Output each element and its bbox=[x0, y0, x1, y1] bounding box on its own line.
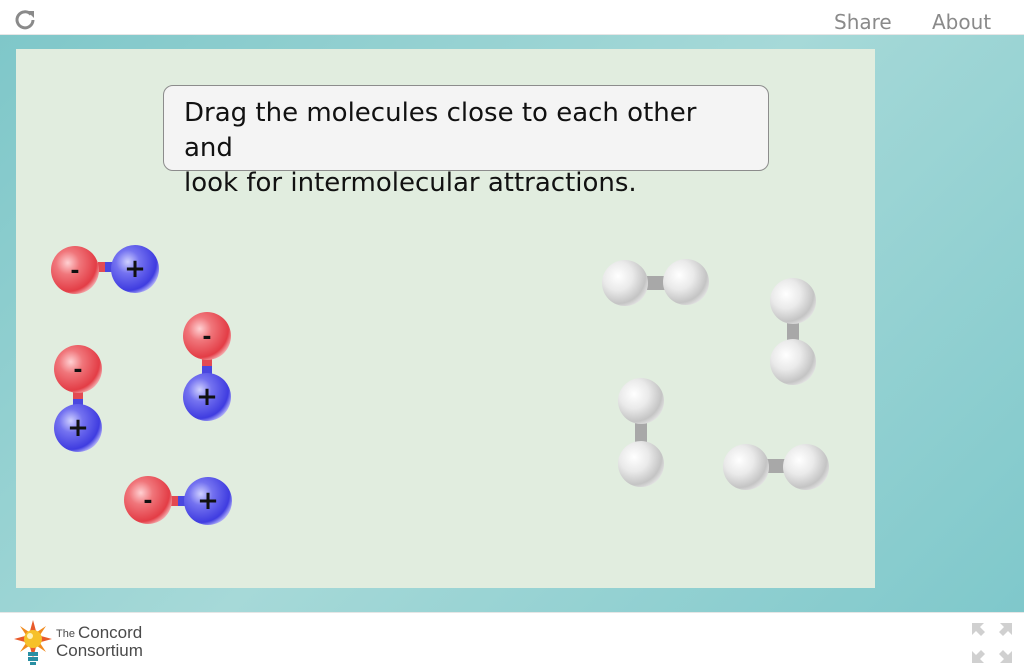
neutral-atom[interactable] bbox=[783, 444, 829, 490]
neutral-atom[interactable] bbox=[770, 339, 816, 385]
neutral-atom[interactable] bbox=[602, 260, 648, 306]
logo-the-text: The bbox=[56, 628, 75, 640]
instructions-box: Drag the molecules close to each other a… bbox=[163, 85, 769, 198]
reload-icon[interactable] bbox=[14, 9, 36, 31]
positive-charge-label: + bbox=[197, 486, 219, 516]
nonpolar-molecule[interactable] bbox=[602, 259, 709, 306]
simulation-stage: - + - + - + - + Drag the molecules close… bbox=[0, 35, 1024, 612]
simulation-area: - + - + - + - + Drag the molecules close… bbox=[16, 49, 875, 588]
nonpolar-molecule[interactable] bbox=[723, 444, 829, 490]
positive-charge-label: + bbox=[124, 254, 146, 284]
negative-charge-label: - bbox=[143, 489, 152, 514]
negative-charge-label: - bbox=[73, 358, 82, 383]
negative-charge-label: - bbox=[70, 259, 79, 284]
instructions-line-1: Drag the molecules close to each other a… bbox=[184, 98, 697, 163]
neutral-atom[interactable] bbox=[723, 444, 769, 490]
neutral-atom[interactable] bbox=[663, 259, 709, 305]
negative-charge-label: - bbox=[202, 325, 211, 350]
instructions-line-2: look for intermolecular attractions. bbox=[184, 168, 637, 198]
polar-molecule[interactable]: - + bbox=[124, 476, 232, 525]
nonpolar-molecule[interactable] bbox=[770, 278, 816, 385]
lightbulb-icon bbox=[14, 620, 52, 665]
logo-name-line2: Consortium bbox=[56, 641, 143, 660]
neutral-atom[interactable] bbox=[618, 378, 664, 424]
top-bar: Share About bbox=[0, 0, 1024, 35]
nonpolar-molecule[interactable] bbox=[618, 378, 664, 487]
share-link[interactable]: Share bbox=[834, 10, 892, 34]
concord-consortium-logo[interactable]: The Concord Consortium bbox=[12, 619, 172, 667]
about-link[interactable]: About bbox=[932, 10, 991, 34]
neutral-atom[interactable] bbox=[770, 278, 816, 324]
positive-charge-label: + bbox=[196, 382, 218, 412]
polar-molecule[interactable]: - + bbox=[51, 245, 159, 294]
polar-molecule[interactable]: - + bbox=[183, 312, 231, 421]
positive-charge-label: + bbox=[67, 413, 89, 443]
neutral-atom[interactable] bbox=[618, 441, 664, 487]
logo-name-line1: Concord bbox=[78, 623, 143, 642]
bottom-bar: The Concord Consortium bbox=[0, 612, 1024, 671]
polar-molecule[interactable]: - + bbox=[54, 345, 102, 452]
fullscreen-icon[interactable] bbox=[970, 621, 1014, 665]
